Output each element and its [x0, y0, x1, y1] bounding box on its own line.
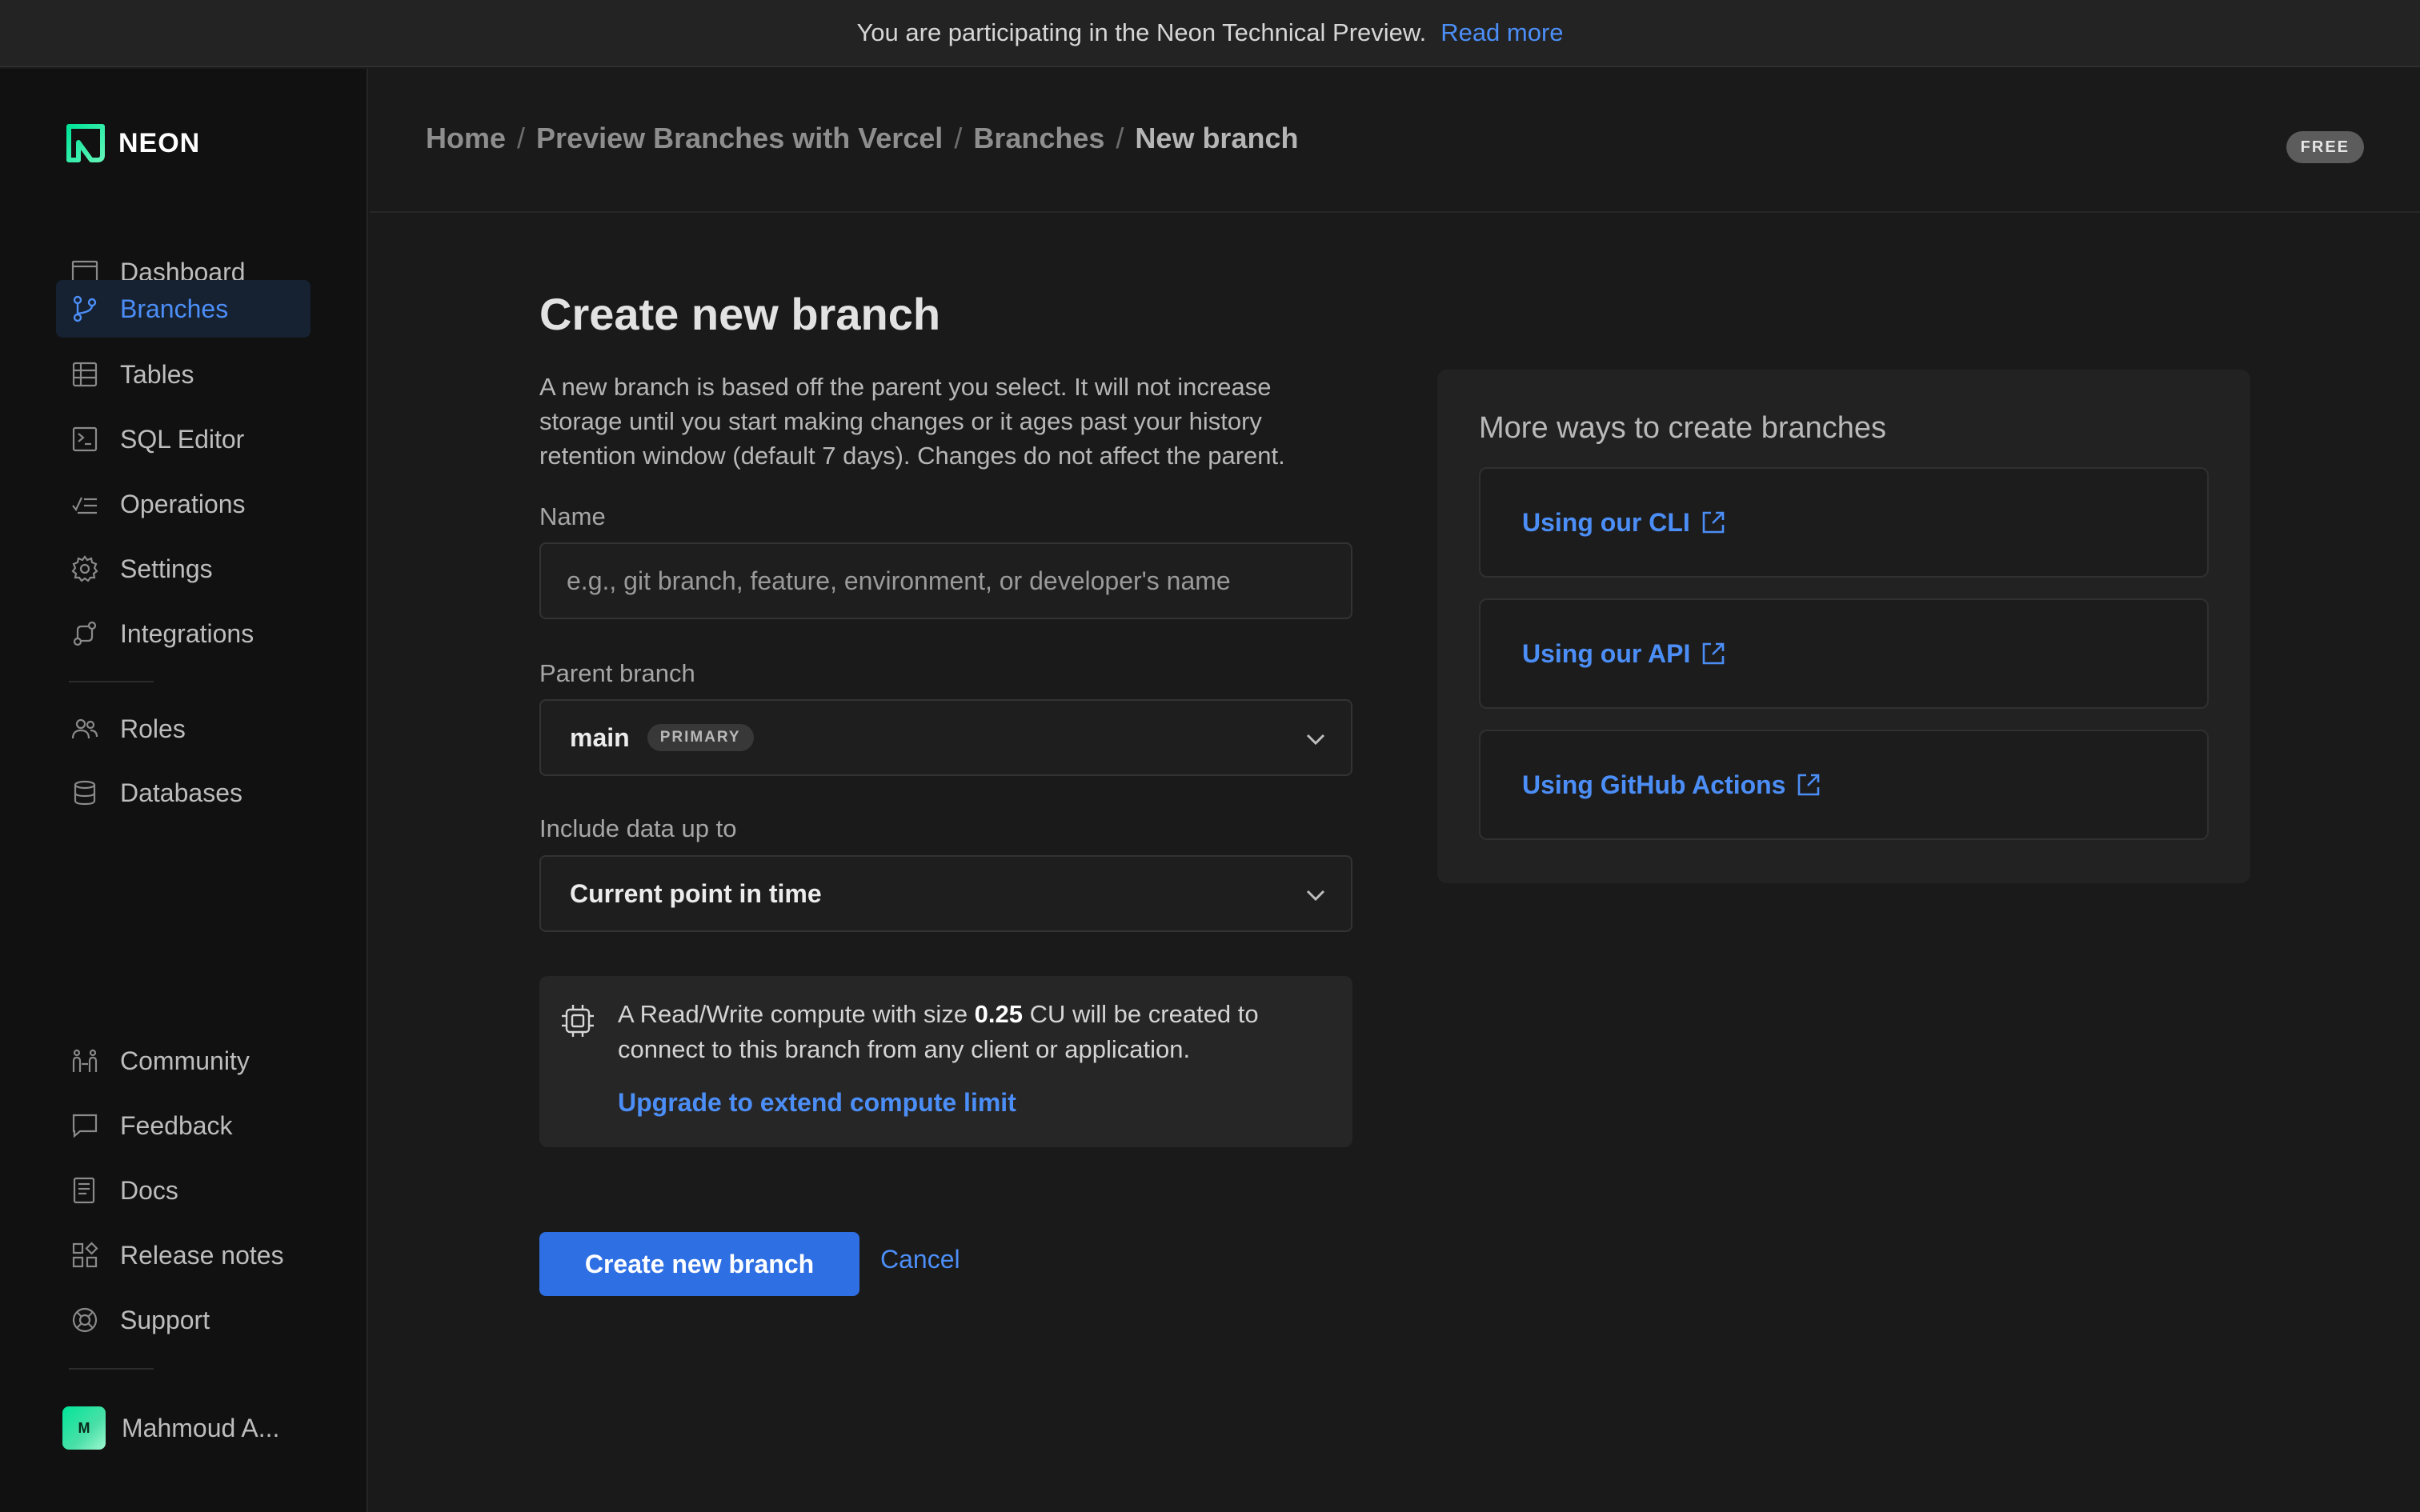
sidebar-item-label: Databases [120, 778, 242, 807]
github-actions-link[interactable]: Using GitHub Actions [1479, 730, 2209, 840]
sidebar-item-sql-editor[interactable]: SQL Editor [56, 410, 311, 468]
compute-notice-text: A Read/Write compute with size 0.25 CU w… [618, 1000, 1259, 1063]
api-link-label: Using our API [1522, 638, 1691, 668]
read-more-link[interactable]: Read more [1440, 18, 1563, 47]
chat-icon [69, 1110, 101, 1142]
breadcrumb-current: New branch [1135, 122, 1299, 154]
sidebar-item-label: Tables [120, 359, 194, 389]
table-icon [69, 358, 101, 390]
external-link-icon [1702, 511, 1725, 534]
api-link[interactable]: Using our API [1479, 598, 2209, 709]
include-data-label: Include data up to [539, 814, 737, 842]
neon-logo[interactable]: NEON [66, 123, 200, 163]
branch-icon [69, 293, 101, 325]
parent-branch-select[interactable]: main PRIMARY [539, 699, 1352, 776]
sidebar-divider [69, 1368, 154, 1370]
include-data-value: Current point in time [570, 878, 822, 908]
sidebar-item-operations[interactable]: Operations [56, 475, 311, 533]
docs-icon [69, 1174, 101, 1206]
external-link-icon [1798, 774, 1820, 796]
breadcrumb-branches[interactable]: Branches [973, 122, 1104, 155]
sidebar-item-release-notes[interactable]: Release notes [56, 1226, 311, 1284]
cpu-chip-icon [562, 1005, 594, 1037]
database-icon [69, 777, 101, 809]
external-link-icon [1703, 642, 1725, 665]
brand-name: NEON [118, 127, 201, 158]
users-icon [69, 713, 101, 745]
chevron-down-icon [1306, 734, 1325, 746]
integrations-icon [69, 618, 101, 650]
sidebar-item-feedback[interactable]: Feedback [56, 1097, 311, 1154]
form-description: A new branch is based off the parent you… [539, 373, 1285, 470]
user-name: Mahmoud A... [122, 1413, 280, 1442]
sidebar-item-label: Branches [120, 294, 229, 323]
more-ways-card: More ways to create branches Using our C… [1437, 370, 2250, 883]
parent-branch-value: main [570, 722, 630, 752]
sidebar: NEON Dashboard Branches Tables SQL Edito… [0, 69, 368, 1512]
parent-branch-label: Parent branch [539, 659, 695, 687]
branch-name-input[interactable] [539, 542, 1352, 619]
sidebar-item-databases[interactable]: Databases [56, 764, 311, 822]
sidebar-item-branches[interactable]: Branches [56, 280, 311, 338]
compute-notice: A Read/Write compute with size 0.25 CU w… [539, 976, 1352, 1147]
sidebar-item-label: Operations [120, 489, 246, 518]
sidebar-divider [69, 681, 154, 682]
upgrade-compute-link[interactable]: Upgrade to extend compute limit [618, 1088, 1016, 1118]
breadcrumb-separator: / [1116, 122, 1124, 154]
sidebar-item-label: Community [120, 1046, 250, 1075]
operations-icon [69, 488, 101, 520]
sidebar-item-label: Feedback [120, 1110, 233, 1140]
sidebar-item-label: SQL Editor [120, 424, 245, 454]
sidebar-item-integrations[interactable]: Integrations [56, 605, 311, 662]
compute-size: 0.25 [974, 1000, 1024, 1028]
avatar: M [62, 1406, 106, 1450]
breadcrumb-project[interactable]: Preview Branches with Vercel [536, 122, 943, 155]
more-ways-title: More ways to create branches [1479, 411, 1887, 445]
breadcrumb-separator: / [954, 122, 963, 154]
preview-banner: You are participating in the Neon Techni… [0, 0, 2420, 67]
plan-badge[interactable]: FREE [2286, 131, 2364, 163]
breadcrumb: Home / Preview Branches with Vercel / Br… [426, 122, 1298, 155]
grid-icon [69, 1239, 101, 1271]
github-actions-link-label: Using GitHub Actions [1522, 770, 1786, 799]
banner-text: You are participating in the Neon Techni… [856, 18, 1427, 46]
terminal-icon [69, 423, 101, 455]
user-menu[interactable]: M Mahmoud A... [62, 1406, 279, 1450]
page-title: Create new branch [539, 289, 941, 339]
sidebar-item-label: Release notes [120, 1240, 284, 1270]
sidebar-item-tables[interactable]: Tables [56, 346, 311, 403]
sidebar-item-label: Settings [120, 554, 213, 583]
community-icon [69, 1045, 101, 1077]
gear-icon [69, 553, 101, 585]
sidebar-item-label: Docs [120, 1175, 178, 1205]
cli-link-label: Using our CLI [1522, 507, 1690, 537]
neon-logo-icon [66, 124, 105, 162]
primary-badge: PRIMARY [647, 724, 754, 751]
create-branch-button[interactable]: Create new branch [539, 1232, 859, 1296]
sidebar-item-settings[interactable]: Settings [56, 540, 311, 598]
lifebuoy-icon [69, 1304, 101, 1336]
sidebar-item-docs[interactable]: Docs [56, 1162, 311, 1219]
cli-link[interactable]: Using our CLI [1479, 467, 2209, 578]
name-label: Name [539, 502, 606, 530]
sidebar-item-label: Support [120, 1305, 210, 1334]
sidebar-item-community[interactable]: Community [56, 1032, 311, 1090]
sidebar-item-support[interactable]: Support [56, 1291, 311, 1349]
sidebar-item-label: Roles [120, 714, 186, 743]
sidebar-item-roles[interactable]: Roles [56, 700, 311, 758]
sidebar-item-label: Integrations [120, 618, 254, 648]
page-header: Home / Preview Branches with Vercel / Br… [370, 69, 2420, 213]
chevron-down-icon [1306, 890, 1325, 902]
breadcrumb-home[interactable]: Home [426, 122, 506, 155]
breadcrumb-separator: / [517, 122, 526, 154]
cancel-button[interactable]: Cancel [880, 1245, 960, 1274]
include-data-select[interactable]: Current point in time [539, 855, 1352, 932]
